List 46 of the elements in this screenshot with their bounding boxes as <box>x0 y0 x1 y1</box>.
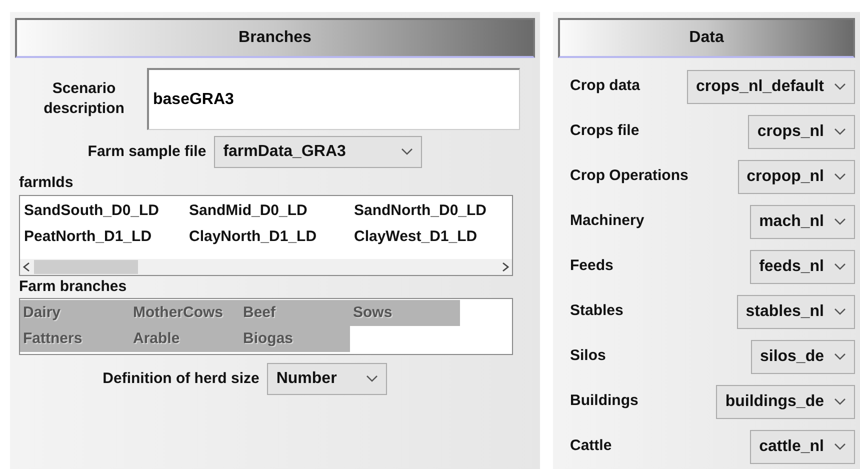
field-label: Farm sample file <box>88 142 206 162</box>
dropdown[interactable]: buildings_de <box>716 384 855 418</box>
field-label: Scenario description <box>42 78 126 119</box>
dropdown[interactable]: mach_nl <box>750 204 855 238</box>
caret-icon <box>401 148 414 156</box>
field-label: Buildings <box>570 391 638 412</box>
caret-icon <box>834 172 846 180</box>
dropdown[interactable]: stables_nl <box>736 294 855 328</box>
dropdown[interactable]: cattle_nl <box>750 430 855 464</box>
list-item[interactable]: SandMid_D0_LD <box>189 200 354 222</box>
list-item[interactable]: SandNorth_D0_LD <box>354 200 519 222</box>
dropdown[interactable]: feeds_nl <box>750 250 855 284</box>
caret-icon <box>834 128 846 136</box>
dropdown[interactable]: Number <box>267 363 388 395</box>
field-label: Crop data <box>570 76 640 96</box>
section-label: farmIds <box>19 173 74 193</box>
field-label: Silos <box>570 346 606 366</box>
section-label: Farm branches <box>19 276 128 296</box>
list-item[interactable]: SandSouth_D0_LD <box>24 200 189 222</box>
dropdown[interactable]: farmData_GRA3 <box>214 136 422 168</box>
field-label: Stables <box>570 301 624 322</box>
panel-header: Data <box>558 18 855 58</box>
caret-icon <box>834 442 846 450</box>
text-field[interactable]: baseGRA3 <box>147 68 520 130</box>
dropdown[interactable]: crops_nl <box>748 114 855 148</box>
caret-icon <box>834 308 846 316</box>
caret-icon <box>834 398 846 406</box>
field-label: Crops file <box>570 121 640 142</box>
dropdown[interactable]: silos_de <box>750 340 855 374</box>
field-label: Feeds <box>570 256 614 276</box>
caret-icon <box>834 82 846 90</box>
dropdown[interactable]: crops_nl_default <box>686 70 855 104</box>
caret-icon <box>366 375 378 383</box>
field-label: Crop Operations <box>570 166 688 186</box>
dropdown[interactable]: cropop_nl <box>738 160 855 194</box>
scrollbar-thumb[interactable] <box>34 260 138 274</box>
list-item[interactable]: ClayNorth_D1_LD <box>189 226 354 248</box>
caret-icon <box>834 262 846 270</box>
list-item[interactable]: ClayWest_D1_LD <box>354 226 519 248</box>
caret-icon <box>834 218 846 226</box>
caret-icon <box>834 352 846 360</box>
field-label: Definition of herd size <box>102 368 260 389</box>
panel-header: Branches <box>15 18 535 58</box>
field-label: Cattle <box>570 436 612 456</box>
list-item[interactable]: PeatNorth_D1_LD <box>24 226 189 248</box>
field-label: Machinery <box>570 211 644 232</box>
